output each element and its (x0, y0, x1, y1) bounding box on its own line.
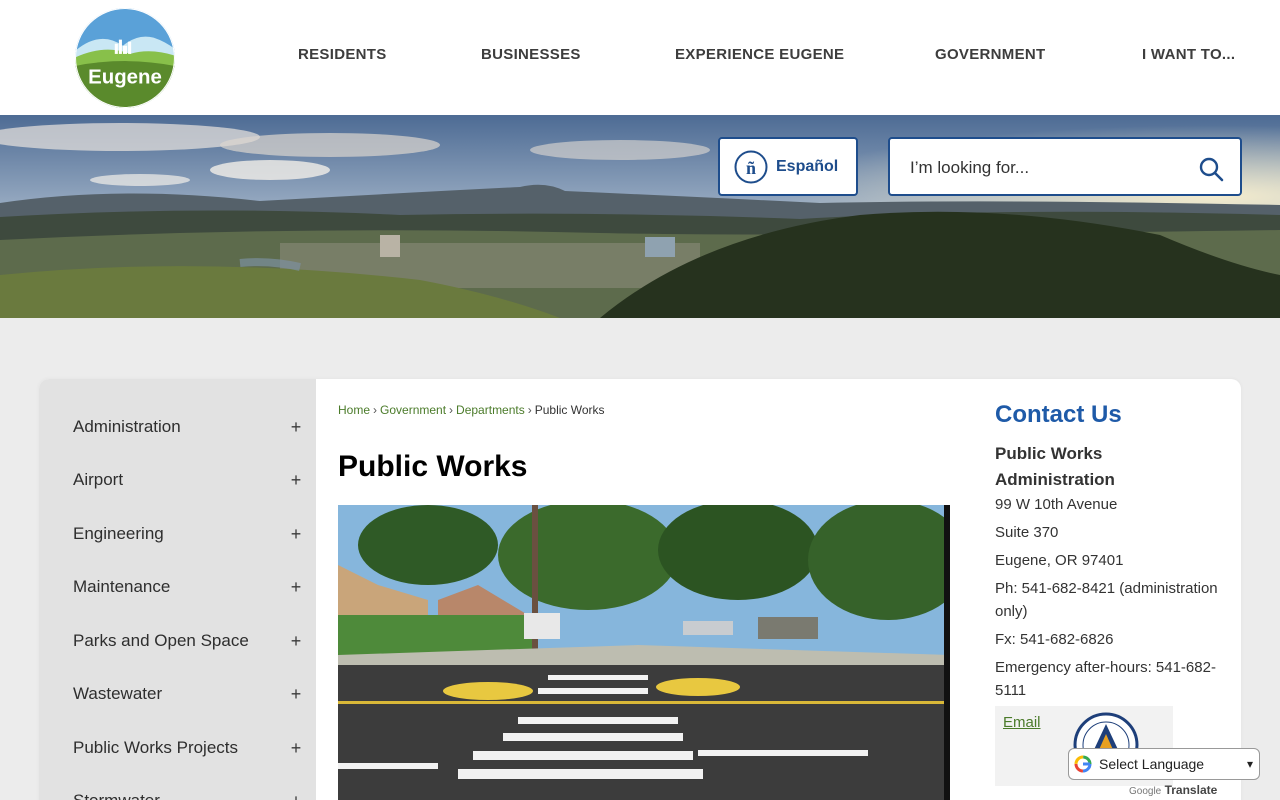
breadcrumb-separator: › (527, 403, 532, 417)
contact-address-line-1: 99 W 10th Avenue (995, 496, 1118, 513)
sidebar-item-label: Parks and Open Space (73, 631, 249, 650)
svg-text:Eugene: Eugene (88, 67, 162, 89)
site-header: Eugene RESIDENTS BUSINESSES EXPERIENCE E… (0, 0, 1280, 115)
breadcrumb-separator: › (373, 403, 378, 417)
sidebar-item-label: Administration (73, 417, 181, 436)
search-icon[interactable] (1198, 156, 1224, 182)
sidebar-item-label: Public Works Projects (73, 738, 239, 757)
plus-icon[interactable]: + (289, 470, 303, 491)
contact-emergency: Emergency after-hours: 541-682-5111 (995, 659, 1216, 699)
breadcrumb: Home › Government › Departments › Public Works (338, 403, 605, 417)
svg-text:ñ: ñ (746, 158, 756, 178)
nav-government[interactable]: GOVERNMENT (935, 46, 1046, 63)
sidebar-item-label: Maintenance (73, 577, 171, 596)
main-nav: RESIDENTS BUSINESSES EXPERIENCE EUGENE G… (0, 46, 1280, 68)
sidebar-item-maintenance[interactable]: Maintenance + (73, 572, 303, 602)
crosswalk-photo (338, 505, 950, 800)
sidebar-item-airport[interactable]: Airport + (73, 465, 303, 495)
contact-fax: Fx: 541-682-6826 (995, 631, 1114, 648)
powered-by-google[interactable]: Google Translate (1129, 783, 1217, 797)
espanol-button[interactable]: ñ Español (718, 137, 858, 196)
sidebar-item-administration[interactable]: Administration + (73, 412, 303, 442)
plus-icon[interactable]: + (289, 631, 303, 652)
sidebar-item-projects[interactable]: Public Works Projects + (73, 733, 303, 763)
espanol-label: Español (776, 157, 839, 175)
chevron-down-icon: ▾ (1246, 757, 1253, 771)
nav-i-want-to[interactable]: I WANT TO... (1142, 46, 1235, 63)
contact-title: Contact Us (995, 401, 1122, 428)
nav-residents[interactable]: RESIDENTS (298, 46, 387, 63)
breadcrumb-separator: › (449, 403, 454, 417)
content-card: Administration + Airport + Engineering +… (39, 379, 1241, 800)
plus-icon[interactable]: + (289, 417, 303, 438)
plus-icon[interactable]: + (289, 684, 303, 705)
plus-icon[interactable]: + (289, 577, 303, 598)
sidebar-item-label: Stormwater (73, 791, 160, 800)
sidebar-nav: Administration + Airport + Engineering +… (39, 379, 316, 800)
language-icon: ñ (734, 150, 768, 183)
contact-phone: Ph: 541-682-8421 (administration only) (995, 580, 1218, 620)
page-title: Public Works (338, 450, 528, 483)
google-wordmark: Google (1129, 786, 1162, 797)
plus-icon[interactable]: + (289, 791, 303, 800)
contact-org: Public Works Administration (995, 444, 1115, 489)
contact-city: Eugene, OR 97401 (995, 552, 1124, 569)
sidebar-item-stormwater[interactable]: Stormwater + (73, 786, 303, 800)
language-select-label: Select Language (1099, 756, 1205, 772)
breadcrumb-current: Public Works (534, 403, 605, 417)
google-g-icon (1074, 755, 1092, 773)
breadcrumb-home[interactable]: Home (338, 403, 370, 417)
nav-experience-eugene[interactable]: EXPERIENCE EUGENE (675, 46, 844, 63)
breadcrumb-departments[interactable]: Departments (456, 403, 525, 417)
email-link[interactable]: Email (1003, 714, 1041, 731)
sidebar-item-label: Wastewater (73, 684, 163, 703)
nav-businesses[interactable]: BUSINESSES (481, 46, 581, 63)
sidebar-item-parks[interactable]: Parks and Open Space + (73, 626, 303, 656)
language-select[interactable]: Select Language ▾ (1068, 748, 1260, 780)
sidebar-item-engineering[interactable]: Engineering + (73, 519, 303, 549)
contact-panel: Contact Us Public Works Administration 9… (995, 401, 1225, 702)
plus-icon[interactable]: + (289, 738, 303, 759)
breadcrumb-government[interactable]: Government (380, 403, 446, 417)
plus-icon[interactable]: + (289, 524, 303, 545)
sidebar-item-wastewater[interactable]: Wastewater + (73, 679, 303, 709)
contact-address-line-2: Suite 370 (995, 524, 1059, 541)
sidebar-item-label: Airport (73, 470, 124, 489)
site-search (888, 137, 1242, 196)
sidebar-item-label: Engineering (73, 524, 164, 543)
translate-wordmark: Translate (1164, 783, 1218, 797)
search-input[interactable] (910, 156, 1190, 180)
